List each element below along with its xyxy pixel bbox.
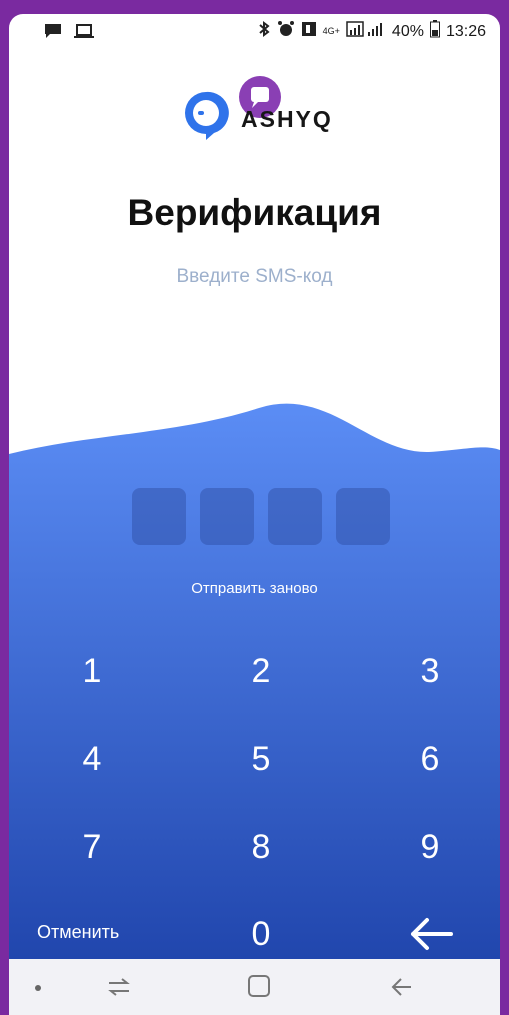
key-0[interactable]: 0 xyxy=(216,904,306,964)
key-3[interactable]: 3 xyxy=(385,641,475,701)
dot-indicator-icon xyxy=(35,985,41,991)
home-icon xyxy=(248,975,270,997)
recent-apps-button[interactable] xyxy=(89,969,149,1005)
clock: 13:26 xyxy=(445,22,486,40)
key-5[interactable]: 5 xyxy=(216,729,306,789)
page-subtitle: Введите SMS-код xyxy=(176,266,333,287)
chat-icon xyxy=(43,22,63,44)
phone-frame: 4G+ 40% 13:26 ASHYQ Верификация Введите … xyxy=(0,0,509,1015)
logo-text: ASHYQ xyxy=(241,106,333,132)
key-8[interactable]: 8 xyxy=(216,817,306,877)
alarm-icon xyxy=(277,20,295,43)
recent-apps-icon xyxy=(108,978,130,996)
system-nav-bar xyxy=(9,959,500,1015)
network-label: 4G+ xyxy=(322,26,340,36)
notification-icon xyxy=(301,21,317,42)
signal-icon xyxy=(346,20,386,43)
status-bar: 4G+ 40% 13:26 xyxy=(9,14,500,48)
key-7[interactable]: 7 xyxy=(47,817,137,877)
key-1[interactable]: 1 xyxy=(47,641,137,701)
page-title: Верификация xyxy=(127,192,382,233)
key-9[interactable]: 9 xyxy=(385,817,475,877)
laptop-icon xyxy=(73,22,95,44)
battery-icon xyxy=(429,20,440,43)
back-button[interactable] xyxy=(371,969,431,1005)
home-button[interactable] xyxy=(229,969,289,1005)
app-screen: 4G+ 40% 13:26 ASHYQ Верификация Введите … xyxy=(9,14,500,1015)
battery-percent: 40% xyxy=(391,22,424,40)
key-4[interactable]: 4 xyxy=(47,729,137,789)
backspace-button[interactable] xyxy=(403,912,459,956)
code-digit-box[interactable] xyxy=(132,488,186,545)
cancel-button[interactable]: Отменить xyxy=(37,922,119,943)
app-logo: ASHYQ xyxy=(181,76,361,144)
code-digit-box[interactable] xyxy=(200,488,254,545)
chat-bubble-logo-icon xyxy=(185,91,229,140)
back-arrow-icon xyxy=(391,978,411,996)
bluetooth-icon xyxy=(257,20,271,43)
resend-code-link[interactable]: Отправить заново xyxy=(9,580,500,597)
key-2[interactable]: 2 xyxy=(216,641,306,701)
key-6[interactable]: 6 xyxy=(385,729,475,789)
sms-code-inputs xyxy=(132,488,390,545)
code-digit-box[interactable] xyxy=(336,488,390,545)
code-digit-box[interactable] xyxy=(268,488,322,545)
arrow-left-icon xyxy=(411,918,453,950)
